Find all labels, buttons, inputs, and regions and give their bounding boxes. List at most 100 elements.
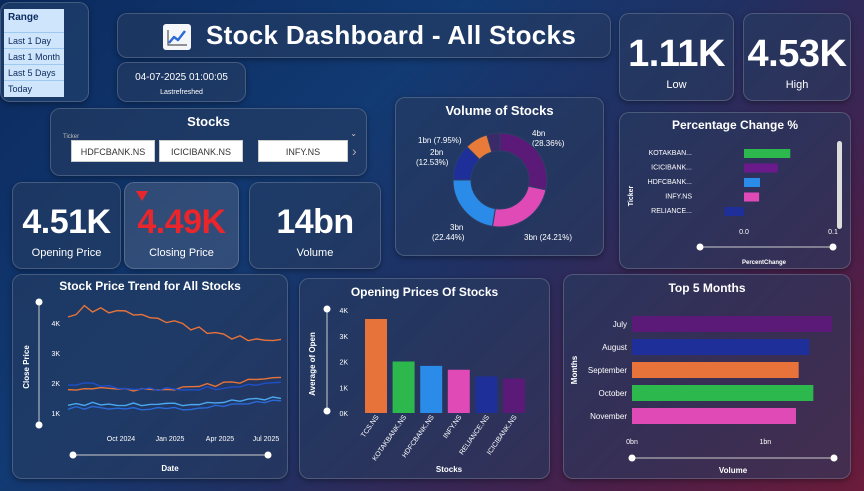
range-option-today[interactable]: Today (4, 81, 64, 97)
price-trend-ytick-3: 4K (51, 321, 60, 328)
price-trend-xtick-0: Oct 2024 (107, 436, 136, 443)
high-kpi-card: 4.53K High (743, 13, 851, 101)
donut-label-3bn-right: 3bn (24.21%) (524, 233, 572, 242)
donut-label-4bn-pct: (28.36%) (532, 139, 565, 148)
donut-label-3bn-left-pct: (22.44%) (432, 233, 465, 242)
pct-change-slider-left[interactable] (696, 243, 704, 251)
donut-slice-2 (452, 179, 496, 227)
ticker-item-infy[interactable]: INFY.NS (258, 140, 348, 162)
high-value: 4.53K (747, 33, 847, 75)
closing-price-value: 4.49K (137, 203, 226, 241)
volume-value: 14bn (276, 203, 354, 241)
opening-prices-category-2: HDFCBANK.NS (401, 414, 436, 459)
price-trend-xtick-2: Apr 2025 (206, 436, 235, 443)
opening-prices-card: Opening Prices Of Stocks Average of Open… (299, 278, 550, 479)
opening-prices-category-0: TCS.NS (360, 414, 381, 439)
opening-prices-chart: Average of Open Stocks 0K1K2K3K4KTCS.NSK… (308, 305, 525, 474)
pct-change-xlabel: PercentChange (742, 260, 787, 266)
range-option-last-1-day[interactable]: Last 1 Day (4, 33, 64, 49)
pct-change-vscrollbar[interactable] (837, 141, 842, 229)
opening-prices-ylabel: Average of Open (308, 332, 317, 396)
donut-label-4bn-value: 4bn (532, 129, 545, 138)
pct-change-card: Percentage Change % Ticker 0.0 0.1 Perce… (619, 112, 851, 269)
donut-label-3bn-left-value: 3bn (450, 223, 463, 232)
ticker-item-icicibank[interactable]: ICICIBANK.NS (159, 140, 243, 162)
volume-donut-card: Volume of Stocks 1bn (7.95%) 2bn (12.53%… (395, 97, 604, 256)
price-trend-ytick-2: 3K (51, 351, 60, 358)
price-trend-ytick-1: 2K (51, 381, 60, 388)
price-trend-vslider-bottom[interactable] (35, 421, 43, 429)
range-option-last-1-month[interactable]: Last 1 Month (4, 49, 64, 65)
top-months-card: Top 5 Months Months Volume July August Sep… (563, 274, 851, 479)
volume-label: Volume (296, 247, 334, 259)
closing-price-label: Closing Price (149, 247, 214, 259)
opening-prices-ytick-4: 4K (339, 308, 348, 315)
top-months-category-1: August (602, 343, 628, 352)
pct-change-slider-right[interactable] (829, 243, 837, 251)
stocks-slicer-title: Stocks (187, 114, 230, 129)
top-months-hslider-left[interactable] (628, 454, 636, 462)
opening-prices-bar-3 (447, 369, 470, 413)
volume-card: 14bn Volume (249, 182, 381, 269)
top-months-bar-4 (632, 408, 796, 424)
price-trend-hslider-right[interactable] (264, 451, 272, 459)
opening-prices-ytick-1: 1K (339, 385, 348, 392)
top-months-bar-1 (632, 339, 810, 355)
ticker-item-hdfcbank[interactable]: HDFCBANK.NS (71, 140, 155, 162)
price-trend-ylabel: Close Price (22, 345, 31, 389)
last-refreshed-label: Lastrefreshed (160, 89, 203, 96)
pct-change-xtick-0: 0.0 (739, 229, 749, 236)
volume-donut-chart: 1bn (7.95%) 2bn (12.53%) 4bn (28.36%) 3b… (416, 129, 572, 242)
top-months-xtick-1: 1bn (759, 439, 771, 446)
top-months-hslider-right[interactable] (830, 454, 838, 462)
pct-change-xtick-1: 0.1 (828, 229, 838, 236)
opening-prices-ytick-3: 3K (339, 334, 348, 341)
opening-prices-xlabel: Stocks (436, 465, 463, 474)
opening-prices-bar-4 (475, 376, 498, 413)
top-months-category-2: September (588, 366, 627, 375)
top-months-bar-2 (632, 362, 799, 378)
top-months-bar-3 (632, 385, 814, 401)
chevron-right-icon[interactable]: › (352, 143, 357, 159)
range-slicer-title: Range (4, 9, 64, 33)
opening-prices-vslider-top[interactable] (323, 305, 331, 313)
price-trend-vslider-top[interactable] (35, 298, 43, 306)
donut-slice-1 (491, 185, 547, 228)
pct-change-bar-2 (744, 178, 761, 187)
opening-price-value: 4.51K (22, 203, 111, 241)
pct-change-category-1: ICICIBANK... (651, 165, 692, 172)
opening-prices-category-3: INFY.NS (442, 414, 463, 440)
price-trend-xtick-3: Jul 2025 (253, 436, 280, 443)
down-triangle-icon (136, 191, 148, 201)
price-trend-series-0 (67, 304, 282, 342)
opening-prices-ytick-0: 0K (339, 411, 348, 418)
price-trend-hslider-left[interactable] (69, 451, 77, 459)
pct-change-bar-1 (744, 163, 778, 173)
opening-prices-bar-1 (392, 361, 415, 413)
range-option-last-5-days[interactable]: Last 5 Days (4, 65, 64, 81)
opening-prices-category-4: RELIANCE.NS (459, 414, 492, 457)
last-refreshed-card: 04-07-2025 01:00:05 Lastrefreshed (117, 62, 246, 102)
price-trend-chart: Close Price Date 1K 2K 3K 4K Oct 2024 Jan 202… (22, 298, 282, 473)
donut-label-2bn-pct: (12.53%) (416, 158, 449, 167)
last-refreshed-timestamp: 04-07-2025 01:00:05 (135, 72, 228, 83)
header-title-card: Stock Dashboard - All Stocks (117, 13, 611, 58)
pct-change-bar-3 (744, 192, 760, 202)
price-trend-card: Stock Price Trend for All Stocks Close P… (12, 274, 288, 479)
top-months-ylabel: Months (570, 355, 579, 384)
opening-prices-ytick-2: 2K (339, 360, 348, 367)
opening-prices-vslider-bottom[interactable] (323, 407, 331, 415)
donut-label-2bn-value: 2bn (430, 148, 443, 157)
pct-change-category-4: RELIANCE... (651, 208, 692, 215)
opening-price-card: 4.51K Opening Price (12, 182, 121, 269)
closing-price-card: 4.49K Closing Price (124, 182, 239, 269)
opening-prices-bar-2 (420, 365, 443, 413)
chart-trend-icon (162, 23, 192, 51)
chevron-down-icon[interactable]: ⌄ (350, 129, 357, 138)
top-months-bar-0 (632, 316, 832, 332)
pct-change-category-2: HDFCBANK... (648, 179, 692, 186)
top-months-xlabel: Volume (719, 466, 748, 475)
low-kpi-card: 1.11K Low (619, 13, 734, 101)
price-trend-xtick-1: Jan 2025 (156, 436, 185, 443)
opening-prices-bar-0 (365, 319, 387, 413)
